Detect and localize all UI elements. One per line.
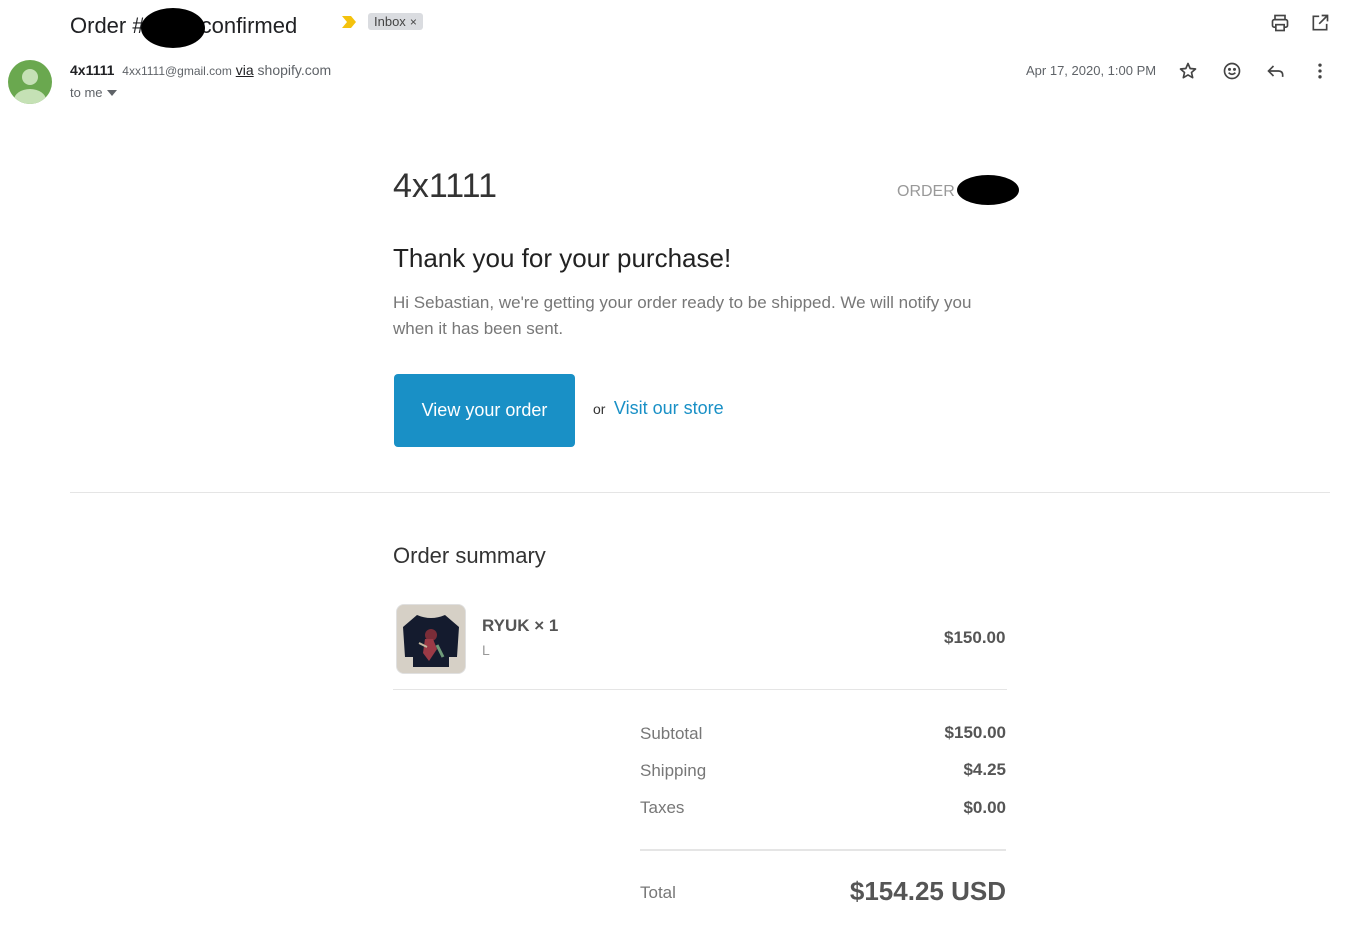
via-link[interactable]: via bbox=[236, 62, 254, 78]
label-chip-text: Inbox bbox=[374, 14, 406, 29]
more-vertical-icon[interactable] bbox=[1308, 59, 1332, 83]
email-subject: Order # confirmed bbox=[70, 6, 298, 48]
visit-store-link[interactable]: Visit our store bbox=[614, 398, 724, 418]
total-value: $154.25 USD bbox=[849, 876, 1006, 906]
item-name: RYUK × 1 bbox=[482, 616, 559, 635]
star-icon[interactable] bbox=[1176, 59, 1200, 83]
subject-prefix: Order # bbox=[70, 13, 145, 38]
order-summary-title: Order summary bbox=[393, 543, 546, 568]
reply-icon[interactable] bbox=[1264, 59, 1288, 83]
subtotal-value: $150.00 bbox=[944, 723, 1006, 742]
open-in-new-window-icon[interactable] bbox=[1308, 11, 1332, 35]
subtotal-label: Subtotal bbox=[640, 724, 703, 743]
totals-divider bbox=[640, 849, 1006, 851]
sender-avatar bbox=[8, 60, 52, 104]
remove-label-button[interactable]: × bbox=[410, 15, 417, 29]
sender-info: 4x1111 4xx1111@gmail.com via shopify.com bbox=[70, 62, 331, 78]
shipping-value: $4.25 bbox=[963, 760, 1006, 779]
recipient-text: to me bbox=[70, 85, 103, 100]
or-text: or bbox=[593, 401, 606, 417]
label-chip-inbox: Inbox × bbox=[368, 13, 423, 30]
item-price: $150.00 bbox=[944, 628, 1006, 647]
redaction-mark bbox=[140, 8, 205, 48]
section-divider bbox=[70, 492, 1330, 493]
recipient-details-toggle[interactable]: to me bbox=[70, 85, 117, 100]
chevron-down-icon bbox=[106, 89, 117, 96]
redaction-mark bbox=[956, 175, 1019, 205]
view-order-button[interactable]: View your order bbox=[394, 374, 575, 447]
item-variant: L bbox=[482, 642, 490, 658]
total-label: Total bbox=[640, 883, 676, 902]
order-label: ORDER bbox=[897, 183, 955, 200]
thank-you-heading: Thank you for your purchase! bbox=[393, 243, 732, 273]
importance-marker-icon[interactable] bbox=[342, 16, 356, 28]
subject-suffix: confirmed bbox=[200, 13, 298, 38]
sender-email: 4xx1111@gmail.com bbox=[122, 64, 232, 78]
taxes-value: $0.00 bbox=[963, 798, 1006, 817]
items-divider bbox=[393, 689, 1007, 690]
shop-name: 4x1111 bbox=[393, 167, 497, 205]
order-number: ORDER bbox=[897, 175, 1019, 207]
product-image bbox=[396, 604, 466, 674]
emoji-reaction-icon[interactable] bbox=[1220, 59, 1244, 83]
taxes-label: Taxes bbox=[640, 798, 685, 817]
shipping-label: Shipping bbox=[640, 761, 707, 780]
sender-domain: shopify.com bbox=[257, 62, 332, 78]
visit-store: or Visit our store bbox=[593, 398, 724, 419]
order-message: Hi Sebastian, we're getting your order r… bbox=[393, 293, 972, 338]
print-icon[interactable] bbox=[1268, 11, 1292, 35]
sender-name[interactable]: 4x1111 bbox=[70, 62, 114, 78]
email-date: Apr 17, 2020, 1:00 PM bbox=[1026, 63, 1157, 78]
